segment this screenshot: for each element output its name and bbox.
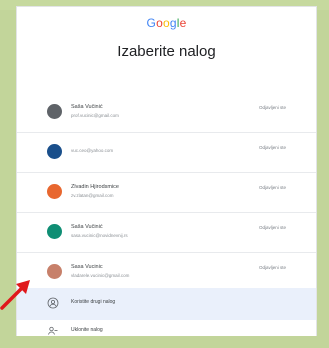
avatar: [47, 224, 62, 239]
account-list: Saša Vučinić prof.vucinic@gmail.com Odja…: [17, 93, 316, 292]
account-row[interactable]: Saša Vučinić sasa.vucinic@novidnevnij.rs…: [17, 212, 316, 252]
account-status: Odjavljeni ste: [258, 105, 286, 110]
person-circle-icon: [47, 297, 59, 309]
account-row[interactable]: vuc.ceo@yahoo.com Odjavljeni ste: [17, 132, 316, 172]
account-status: Odjavljeni ste: [258, 185, 286, 190]
account-status: Odjavljeni ste: [258, 265, 286, 270]
remove-account-button[interactable]: Uklonite nalog: [17, 316, 316, 348]
account-email: zv.zlatan@gmail.com: [71, 193, 114, 198]
google-logo: Google: [17, 16, 316, 30]
account-email: prof.vucinic@gmail.com: [71, 113, 119, 118]
logo-letter: g: [169, 16, 177, 30]
use-other-account-label: Koristite drugi nalog: [71, 299, 116, 305]
page-title: Izaberite nalog: [117, 43, 216, 60]
avatar: [47, 144, 62, 159]
person-remove-icon: [48, 326, 58, 335]
logo-letter: e: [179, 16, 187, 30]
account-status: Odjavljeni ste: [258, 225, 286, 230]
account-name: Sasa Vucinic: [71, 264, 103, 270]
logo-letter: G: [146, 16, 157, 30]
avatar: [47, 104, 62, 119]
red-arrow-annotation: [0, 280, 30, 310]
logo-letter: o: [156, 16, 163, 30]
account-status: Odjavljeni ste: [258, 145, 286, 150]
logo-letter: o: [162, 16, 170, 30]
avatar: [47, 184, 62, 199]
avatar: [47, 264, 62, 279]
account-row[interactable]: Sasa Vucinic vladarele.vucinic@gmail.com…: [17, 252, 316, 292]
account-email: sasa.vucinic@novidnevnij.rs: [71, 233, 128, 238]
account-row[interactable]: Saša Vučinić prof.vucinic@gmail.com Odja…: [17, 93, 316, 132]
account-name: Zlvadin Hjirodsmice: [71, 184, 119, 190]
account-chooser-card: Google Izaberite nalog Saša Vučinić prof…: [16, 6, 317, 336]
remove-account-label: Uklonite nalog: [71, 327, 103, 333]
account-row[interactable]: Zlvadin Hjirodsmice zv.zlatan@gmail.com …: [17, 172, 316, 212]
account-email: vuc.ceo@yahoo.com: [71, 148, 114, 153]
account-name: Saša Vučinić: [71, 224, 103, 230]
account-name: Saša Vučinić: [71, 104, 103, 110]
account-email: vladarele.vucinic@gmail.com: [71, 273, 130, 278]
